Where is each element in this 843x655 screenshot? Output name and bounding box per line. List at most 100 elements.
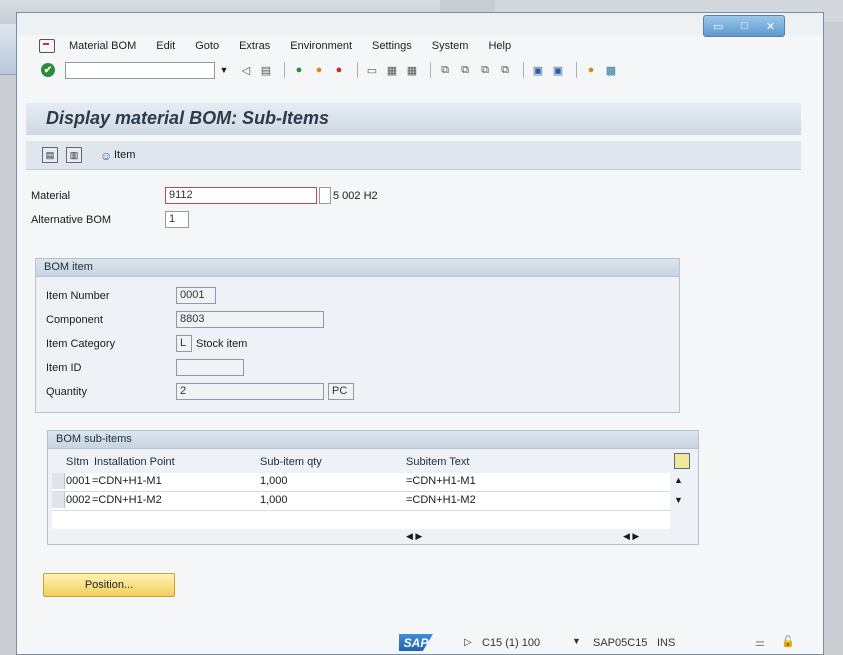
material-label: Material: [31, 190, 71, 202]
menu-goto[interactable]: Goto: [195, 40, 219, 52]
alternative-bom-field[interactable]: 1: [165, 211, 189, 228]
menu-extras[interactable]: Extras: [239, 40, 270, 52]
sap-logo: SAP: [399, 634, 433, 651]
menu-edit[interactable]: Edit: [156, 40, 175, 52]
toolbar-separator: [430, 62, 431, 78]
system-info: C15 (1) 100: [482, 637, 541, 649]
cancel-icon[interactable]: ●: [331, 62, 347, 78]
bom-item-title: BOM item: [36, 259, 679, 277]
component-label: Component: [46, 314, 103, 326]
col-header-installation-point[interactable]: Installation Point: [94, 456, 175, 468]
standard-toolbar: ✔ ▼ ◁ ▤ ● ● ● ▭ ▦ ▦ ⧉ ⧉ ⧉ ⧉ ▣ ▣ ● ▩: [17, 57, 823, 83]
layout-menu-icon[interactable]: ▩: [603, 62, 619, 78]
status-bar: SAP ▷ C15 (1) 100 ▼ SAP05C15 INS ⚌ 🔓: [17, 632, 823, 654]
enter-checkmark-icon[interactable]: ✔: [41, 63, 55, 77]
title-bar: ▭ □ ✕: [17, 13, 823, 37]
scroll-down-icon[interactable]: ▼: [674, 495, 683, 505]
help-icon[interactable]: ●: [583, 62, 599, 78]
item-category-field[interactable]: L: [176, 335, 192, 352]
cell-installation-point: =CDN+H1-M2: [92, 494, 162, 506]
find-icon[interactable]: ▦: [384, 62, 400, 78]
header-overview-icon[interactable]: ▤: [42, 147, 58, 163]
next-page-icon[interactable]: ⧉: [477, 62, 493, 78]
application-toolbar: ▤ ▥ ☺ Item: [26, 141, 801, 170]
menu-bar: Material BOM Edit Goto Extras Environmen…: [17, 35, 823, 57]
minimize-icon[interactable]: ▭: [713, 20, 723, 33]
cell-sitm: 0002: [66, 494, 91, 506]
row-selector[interactable]: [52, 473, 65, 489]
command-dropdown-icon[interactable]: ▼: [218, 62, 230, 79]
item-button[interactable]: ☺ Item: [100, 149, 136, 163]
cell-subitem-qty: 1,000: [260, 494, 288, 506]
material-description: 5 002 H2: [333, 190, 378, 202]
menu-settings[interactable]: Settings: [372, 40, 412, 52]
save-icon[interactable]: ▤: [258, 62, 274, 78]
toolbar-separator: [284, 62, 285, 78]
table-row[interactable]: 0001 =CDN+H1-M1 1,000 =CDN+H1-M1: [52, 473, 670, 492]
item-category-description: Stock item: [196, 338, 248, 350]
material-field[interactable]: 9112: [165, 187, 317, 204]
quantity-unit-field[interactable]: PC: [328, 383, 354, 400]
server-name: SAP05C15: [593, 637, 648, 649]
component-field[interactable]: 8803: [176, 311, 324, 328]
system-menu-icon[interactable]: [39, 39, 55, 53]
toolbar-separator: [576, 62, 577, 78]
scroll-right-icon[interactable]: ◀ ▶: [623, 531, 639, 542]
table-settings-icon[interactable]: [674, 453, 690, 469]
item-button-label: Item: [114, 149, 136, 161]
page-title: Display material BOM: Sub-Items: [46, 108, 330, 128]
status-expand-icon[interactable]: ▷: [464, 637, 472, 648]
find-next-icon[interactable]: ▦: [404, 62, 420, 78]
cell-sitm: 0001: [66, 475, 91, 487]
title-area: Display material BOM: Sub-Items: [26, 103, 801, 135]
person-icon: ☺: [100, 149, 113, 163]
menu-material-bom[interactable]: Material BOM: [69, 40, 136, 52]
menu-system[interactable]: System: [432, 40, 469, 52]
new-session-icon[interactable]: ▣: [530, 62, 546, 78]
row-selector[interactable]: [52, 492, 65, 508]
shortcut-icon[interactable]: ▣: [550, 62, 566, 78]
cell-subitem-text: =CDN+H1-M1: [406, 475, 476, 487]
first-page-icon[interactable]: ⧉: [437, 62, 453, 78]
maximize-icon[interactable]: □: [741, 20, 748, 32]
menu-environment[interactable]: Environment: [290, 40, 352, 52]
item-category-label: Item Category: [46, 338, 116, 350]
menu-help[interactable]: Help: [488, 40, 511, 52]
window-controls: ▭ □ ✕: [703, 15, 785, 37]
col-header-subitem-text[interactable]: Subitem Text: [406, 456, 469, 468]
scroll-left-icon[interactable]: ◀ ▶: [406, 531, 422, 542]
sap-window: ▭ □ ✕ Material BOM Edit Goto Extras Envi…: [16, 12, 824, 655]
item-id-label: Item ID: [46, 362, 82, 374]
material-longtext-icon[interactable]: [319, 187, 331, 204]
input-mode[interactable]: INS: [657, 637, 675, 649]
last-page-icon[interactable]: ⧉: [497, 62, 513, 78]
exit-icon[interactable]: ●: [311, 62, 327, 78]
item-id-field[interactable]: [176, 359, 244, 376]
print-icon[interactable]: ▭: [364, 62, 380, 78]
col-header-subitem-qty[interactable]: Sub-item qty: [260, 456, 322, 468]
settings-icon[interactable]: ⚌: [755, 636, 765, 649]
system-info-dropdown-icon[interactable]: ▼: [572, 636, 581, 646]
quantity-field[interactable]: 2: [176, 383, 324, 400]
cell-subitem-text: =CDN+H1-M2: [406, 494, 476, 506]
table-empty-row: [52, 511, 670, 529]
toolbar-separator: [357, 62, 358, 78]
lock-icon[interactable]: 🔓: [781, 635, 795, 648]
cell-installation-point: =CDN+H1-M1: [92, 475, 162, 487]
alternative-bom-label: Alternative BOM: [31, 214, 112, 226]
bom-subitems-group: BOM sub-items SItm Installation Point Su…: [47, 430, 699, 545]
position-button[interactable]: Position...: [43, 573, 175, 597]
item-number-field[interactable]: 0001: [176, 287, 216, 304]
document-icon[interactable]: ▥: [66, 147, 82, 163]
cell-subitem-qty: 1,000: [260, 475, 288, 487]
scroll-up-icon[interactable]: ▲: [674, 475, 683, 485]
back-arrow-icon[interactable]: ◁: [238, 62, 254, 78]
table-row[interactable]: 0002 =CDN+H1-M2 1,000 =CDN+H1-M2: [52, 492, 670, 511]
previous-page-icon[interactable]: ⧉: [457, 62, 473, 78]
col-header-sitm[interactable]: SItm: [66, 456, 89, 468]
bom-subitems-title: BOM sub-items: [48, 431, 698, 449]
toolbar-separator: [523, 62, 524, 78]
close-icon[interactable]: ✕: [766, 20, 775, 33]
command-field[interactable]: [65, 61, 215, 79]
back-icon[interactable]: ●: [291, 62, 307, 78]
